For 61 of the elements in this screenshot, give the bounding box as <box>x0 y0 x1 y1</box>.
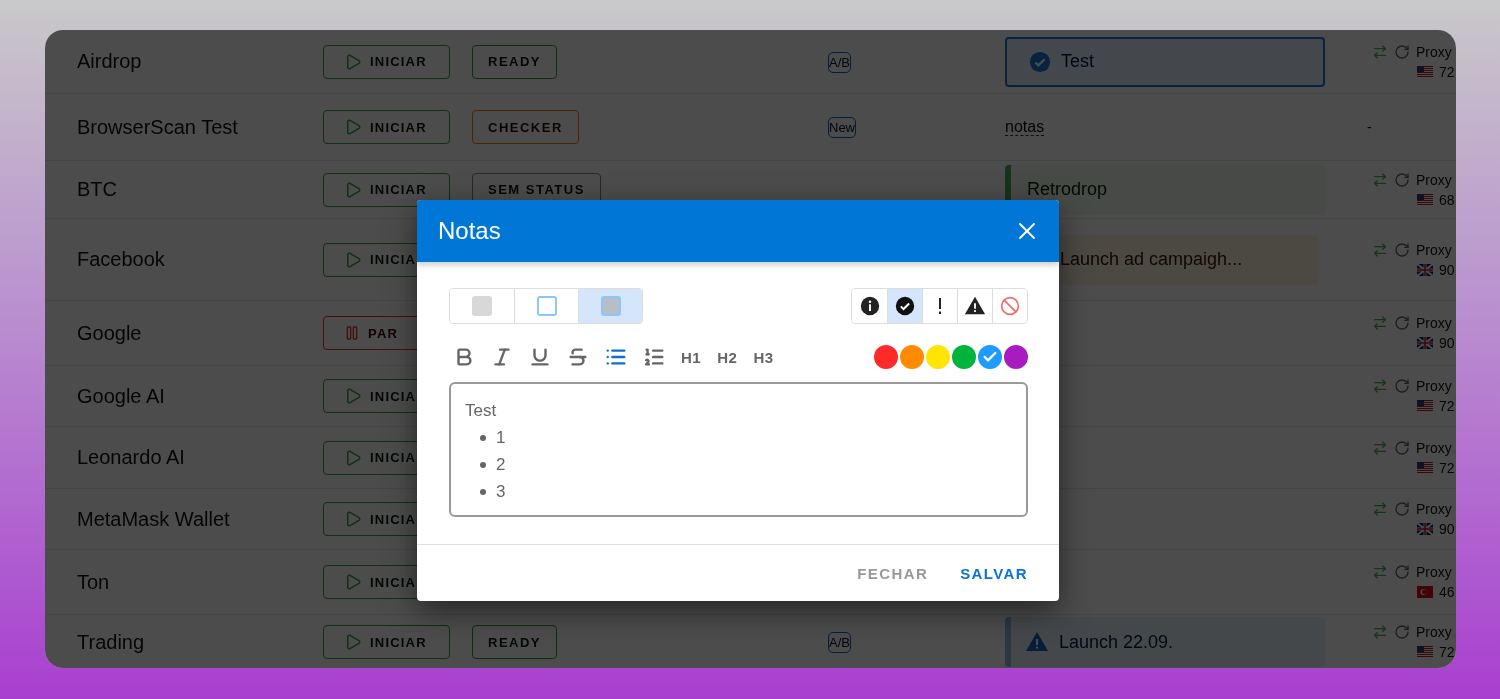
profile-name: Google AI <box>77 384 166 408</box>
proxy-count: 68 <box>1439 191 1455 208</box>
color-swatch[interactable] <box>1004 345 1028 369</box>
proxy-label: Proxy <box>1416 241 1452 258</box>
profile-name: Google <box>77 321 143 345</box>
proxy-label: Proxy <box>1416 315 1452 331</box>
profile-name: BTC <box>77 178 118 201</box>
editor-text: Test <box>465 400 498 422</box>
underline-icon <box>529 346 551 368</box>
proxy-label: Proxy <box>1416 171 1452 188</box>
proxy-count: 90 <box>1439 335 1455 351</box>
strikethrough-icon <box>567 346 589 368</box>
bullet-icon <box>480 488 486 495</box>
proxy-count: 90 <box>1439 261 1455 278</box>
dialog-title: Notas <box>438 217 501 245</box>
heading-button[interactable]: H1 <box>677 342 706 372</box>
color-swatch[interactable] <box>952 345 976 369</box>
italic-icon <box>491 346 513 368</box>
profile-name: Ton <box>77 570 111 594</box>
profile-name: MetaMask Wallet <box>77 507 231 531</box>
proxy-count: 72 <box>1439 63 1455 80</box>
color-swatch[interactable] <box>900 345 924 369</box>
exclamation-icon <box>938 298 942 314</box>
profile-name: Leonardo AI <box>77 446 186 469</box>
profile-name: BrowserScan Test <box>77 115 239 139</box>
proxy-count: 90 <box>1439 521 1455 537</box>
heading-button[interactable]: H3 <box>749 342 778 372</box>
close-dialog-button[interactable]: FECHAR <box>848 558 938 588</box>
color-swatch[interactable] <box>926 345 950 369</box>
profile-name: Trading <box>77 630 146 654</box>
style-option[interactable] <box>578 289 642 323</box>
save-button[interactable]: SALVAR <box>951 558 1037 588</box>
proxy-label: Proxy <box>1416 439 1452 456</box>
list-item-text: 2 <box>496 454 506 475</box>
proxy-label: Proxy <box>1416 378 1452 394</box>
profile-name: Facebook <box>77 248 166 271</box>
list-item-text: 3 <box>496 481 506 502</box>
proxy-count: 46 <box>1439 584 1455 600</box>
color-swatch[interactable] <box>978 345 1002 369</box>
list-item-text: 1 <box>496 427 506 448</box>
check-circle-icon <box>895 296 915 316</box>
prohibited-icon <box>1000 296 1020 316</box>
proxy-label: Proxy <box>1416 43 1452 60</box>
proxy-count: 72 <box>1439 398 1455 414</box>
proxy-label: Proxy <box>1416 501 1452 517</box>
icon-option[interactable] <box>887 289 922 323</box>
warning-icon <box>964 295 986 317</box>
empty-value: - <box>1367 119 1373 135</box>
note-editor[interactable]: Test 1 2 3 <box>449 382 1028 517</box>
proxy-label: Proxy <box>1416 564 1452 580</box>
color-swatch[interactable] <box>874 345 898 369</box>
numbered-list-icon <box>643 346 665 368</box>
bullet-list-icon <box>605 346 627 368</box>
bullet-icon <box>480 434 486 441</box>
proxy-count: 72 <box>1439 459 1455 476</box>
proxy-count: 72 <box>1439 644 1455 660</box>
profile-name: Airdrop <box>77 50 143 73</box>
info-icon <box>859 296 880 316</box>
bullet-icon <box>480 461 486 468</box>
heading-button[interactable]: H2 <box>713 342 742 372</box>
proxy-label: Proxy <box>1416 624 1452 640</box>
